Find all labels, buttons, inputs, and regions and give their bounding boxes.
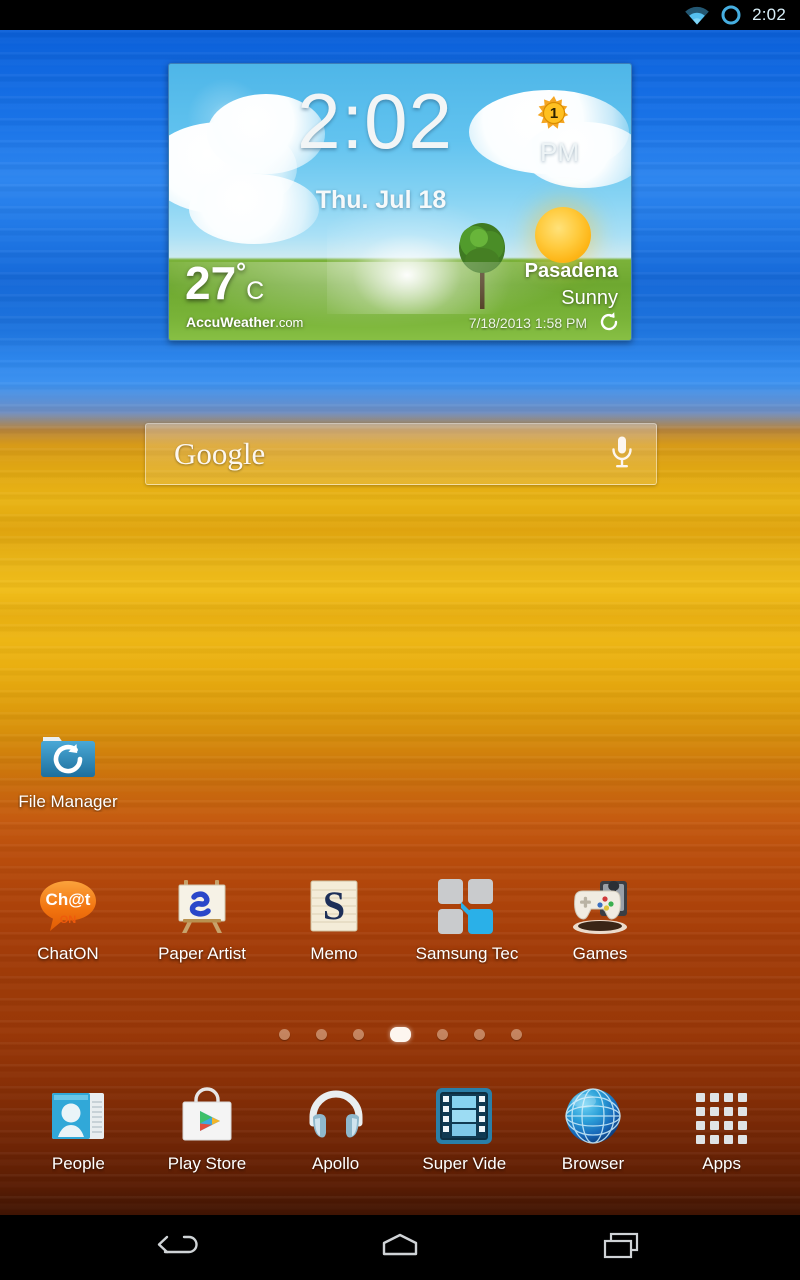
samsung-tectiles-grid-icon — [436, 875, 498, 937]
widget-last-updated: 7/18/2013 1:58 PM — [468, 315, 587, 331]
dock-label: Apollo — [312, 1154, 360, 1173]
recents-button[interactable] — [586, 1225, 658, 1271]
play-store-bag-icon — [176, 1085, 238, 1147]
home-button[interactable] — [364, 1225, 436, 1271]
weather-alert-count: 1 — [549, 104, 559, 122]
android-home-screen: 2:02 2:02 PM 1 Thu. Jul 18 27°C AccuWeat… — [0, 0, 800, 1280]
app-label: ChatON — [37, 944, 99, 963]
app-label: Paper Artist — [158, 944, 246, 963]
app-label: Memo — [310, 944, 358, 963]
google-logo-text: Google — [174, 436, 266, 471]
page-dot[interactable] — [473, 1029, 485, 1040]
page-indicator[interactable] — [0, 1027, 800, 1042]
svg-text:ON: ON — [60, 914, 77, 926]
page-dot[interactable] — [278, 1029, 290, 1040]
dock-icon-people[interactable]: People — [18, 1085, 138, 1174]
dock-label: Apps — [702, 1154, 741, 1173]
file-manager-folder-icon — [37, 723, 99, 785]
back-arrow-icon — [154, 1230, 202, 1265]
weather-alert-sun-badge[interactable]: 1 — [537, 96, 571, 130]
dock-icon-super-video[interactable]: Super Vide — [404, 1085, 524, 1174]
dock-icon-play-store[interactable]: Play Store — [147, 1085, 267, 1174]
app-label: Samsung Tec — [415, 944, 519, 963]
status-bar-clock: 2:02 — [752, 5, 786, 24]
navigation-bar — [0, 1215, 800, 1280]
super-video-filmstrip-icon — [433, 1085, 495, 1147]
dock-icon-apps[interactable]: Apps — [662, 1085, 782, 1174]
page-dot[interactable] — [352, 1029, 364, 1040]
temperature-unit: C — [246, 277, 265, 305]
wifi-icon — [684, 6, 710, 25]
app-icon-paper-artist[interactable]: Paper Artist — [147, 875, 257, 964]
dock-icon-apollo[interactable]: Apollo — [276, 1085, 396, 1174]
app-icon-chaton[interactable]: Ch@t ON ChatON — [13, 875, 123, 964]
app-label: File Manager — [18, 792, 118, 811]
microphone-icon[interactable] — [610, 435, 634, 474]
chaton-bubble-icon: Ch@t ON — [37, 875, 99, 937]
page-dot-active[interactable] — [389, 1027, 411, 1042]
accuweather-brand: AccuWeather.com — [186, 314, 303, 330]
dock-label: Browser — [561, 1154, 625, 1173]
dock-label: Super Vide — [422, 1154, 507, 1173]
people-contact-card-icon — [47, 1085, 109, 1147]
widget-city: Pasadena — [524, 260, 618, 282]
degree-symbol: ° — [236, 258, 247, 286]
widget-clock-ampm: PM — [540, 137, 579, 167]
app-icon-file-manager[interactable]: File Manager — [13, 723, 123, 812]
dock-icon-browser[interactable]: Browser — [533, 1085, 653, 1174]
sync-circle-icon — [720, 4, 742, 26]
home-icon — [376, 1230, 424, 1265]
dock-label: People — [51, 1154, 105, 1173]
widget-condition: Sunny — [561, 287, 618, 309]
paper-artist-easel-icon — [171, 875, 233, 937]
status-bar[interactable]: 2:02 — [0, 0, 800, 30]
apps-grid-icon — [691, 1085, 753, 1147]
apollo-headphones-icon — [305, 1085, 367, 1147]
svg-text:Ch@t: Ch@t — [46, 890, 91, 909]
dock-label: Play Store — [167, 1154, 247, 1173]
svg-text:S: S — [323, 883, 345, 928]
back-button[interactable] — [142, 1225, 214, 1271]
page-dot[interactable] — [510, 1029, 522, 1040]
tree-decoration — [459, 223, 505, 309]
brand-name: AccuWeather — [186, 314, 276, 330]
dock: People Play Store Apollo Super Vide Brow… — [0, 1085, 800, 1195]
memo-paper-icon: S — [303, 875, 365, 937]
app-icon-memo[interactable]: S Memo — [279, 875, 389, 964]
app-icon-samsung-tectiles[interactable]: Samsung Tec — [412, 875, 522, 964]
weather-clock-widget[interactable]: 2:02 PM 1 Thu. Jul 18 27°C AccuWeather.c… — [168, 63, 632, 341]
temperature-value: 27 — [185, 257, 237, 309]
google-search-bar[interactable]: Google — [145, 423, 657, 485]
games-gamepad-icon — [569, 875, 631, 937]
sunny-sun-icon — [535, 207, 591, 263]
app-icon-games[interactable]: Games — [545, 875, 655, 964]
widget-temperature: 27°C — [185, 257, 265, 309]
recent-apps-icon — [598, 1230, 646, 1265]
page-dot[interactable] — [315, 1029, 327, 1040]
browser-globe-icon — [562, 1085, 624, 1147]
app-label: Games — [572, 944, 628, 963]
refresh-icon[interactable] — [597, 310, 621, 334]
page-dot[interactable] — [436, 1029, 448, 1040]
brand-domain: .com — [275, 315, 304, 330]
